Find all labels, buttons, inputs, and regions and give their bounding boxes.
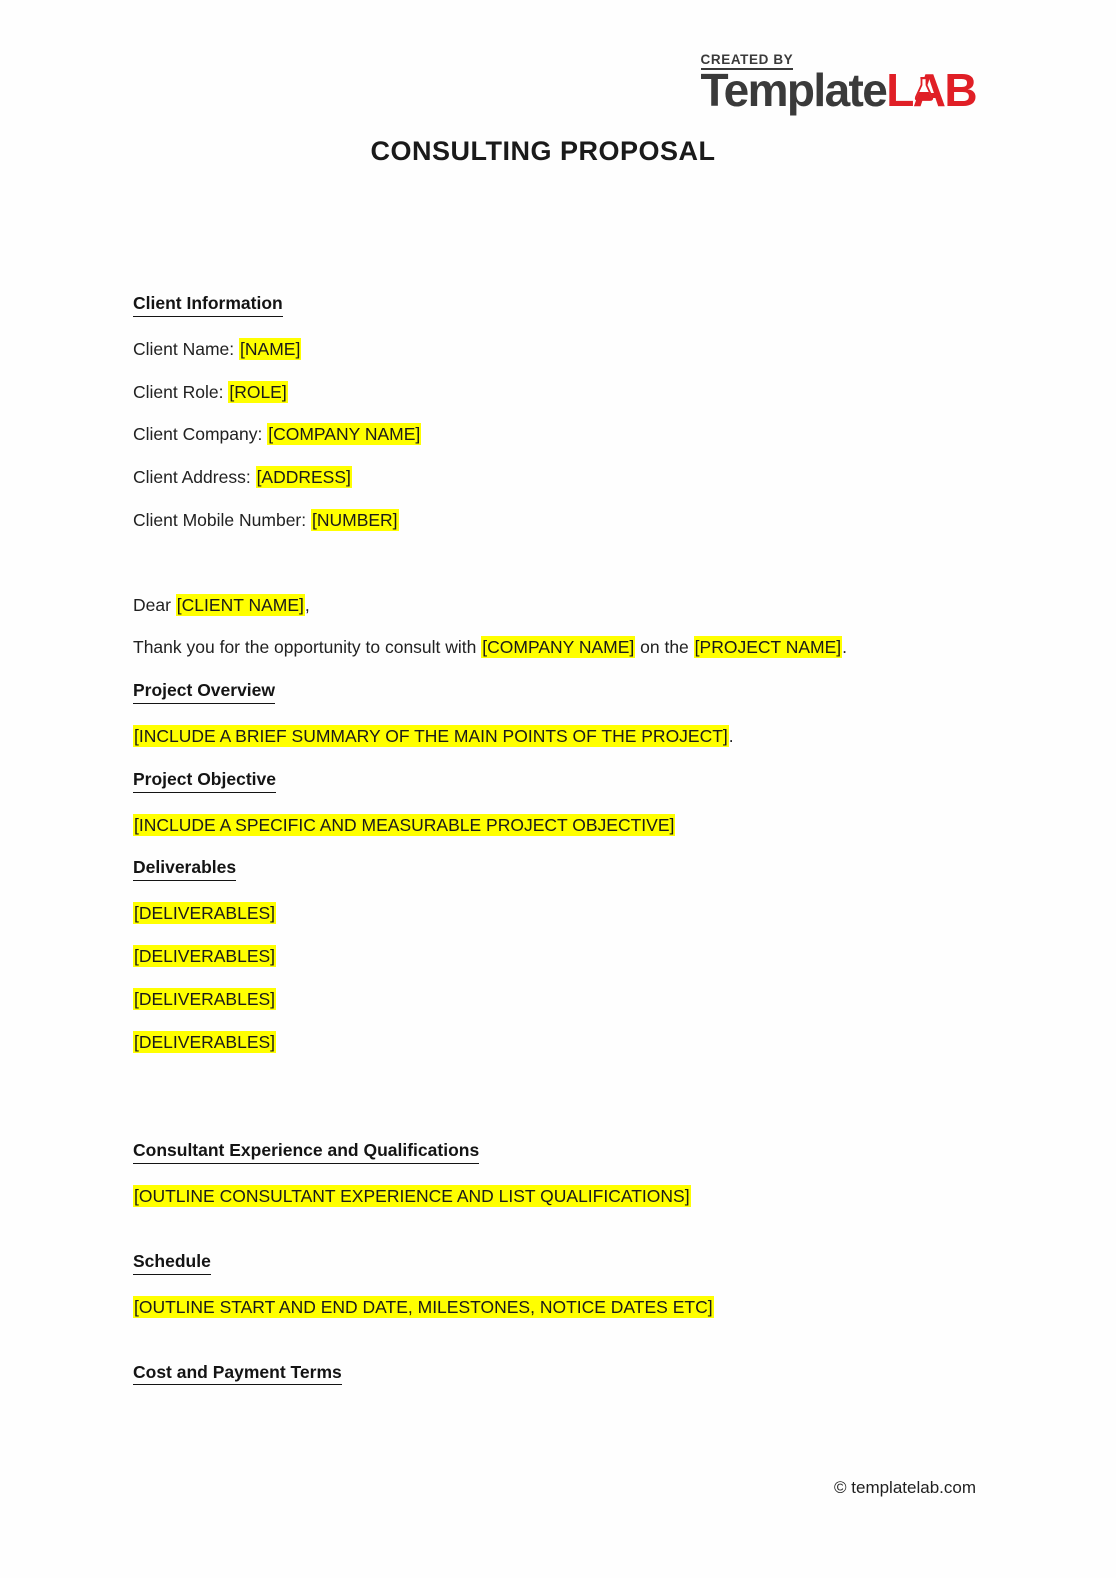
- field-value[interactable]: [ROLE]: [228, 380, 288, 403]
- intro-company-value[interactable]: [COMPANY NAME]: [481, 636, 636, 659]
- document-body: Client Information Client Name: [NAME] C…: [133, 292, 993, 1386]
- section-heading-consultant-experience: Consultant Experience and Qualifications: [133, 1139, 993, 1165]
- salutation-prefix: Dear: [133, 594, 176, 615]
- consultant-experience-body: [OUTLINE CONSULTANT EXPERIENCE AND LIST …: [133, 1185, 993, 1208]
- logo-word-lab-text: LAB: [886, 63, 977, 116]
- salutation-suffix: ,: [304, 594, 310, 615]
- salutation-value[interactable]: [CLIENT NAME]: [175, 593, 305, 616]
- field-client-name: Client Name: [NAME]: [133, 337, 993, 361]
- logo-word-lab: LAB: [886, 63, 977, 116]
- field-label: Client Name:: [133, 338, 240, 359]
- section-heading-deliverables: Deliverables: [133, 856, 993, 882]
- intro-project-value[interactable]: [PROJECT NAME]: [693, 636, 843, 659]
- project-overview-value[interactable]: [INCLUDE A BRIEF SUMMARY OF THE MAIN POI…: [133, 725, 729, 747]
- deliverable-value[interactable]: [DELIVERABLES]: [133, 987, 277, 1010]
- heading-text: Schedule: [133, 1251, 211, 1275]
- page-title: CONSULTING PROPOSAL: [0, 136, 1116, 167]
- section-heading-cost-and-payment-terms: Cost and Payment Terms: [133, 1361, 993, 1386]
- field-value[interactable]: [NAME]: [239, 337, 302, 360]
- deliverable-value[interactable]: [DELIVERABLES]: [133, 1030, 277, 1053]
- deliverable-item: [DELIVERABLES]: [133, 902, 993, 925]
- intro-part-2: on the: [635, 637, 694, 658]
- field-label: Client Company:: [133, 424, 268, 445]
- heading-text: Project Overview: [133, 680, 276, 704]
- document-page: CREATED BY TemplateLAB CONSULTING PROPOS…: [0, 0, 1116, 1578]
- intro-part-1: Thank you for the opportunity to consult…: [133, 637, 482, 658]
- deliverable-item: [DELIVERABLES]: [133, 1030, 993, 1054]
- deliverable-value[interactable]: [DELIVERABLES]: [133, 902, 277, 925]
- schedule-value[interactable]: [OUTLINE START AND END DATE, MILESTONES,…: [133, 1295, 714, 1318]
- project-objective-value[interactable]: [INCLUDE A SPECIFIC AND MEASURABLE PROJE…: [133, 813, 676, 836]
- intro-part-3: .: [842, 637, 848, 658]
- heading-text: Consultant Experience and Qualifications: [133, 1140, 480, 1165]
- page-title-text: CONSULTING PROPOSAL: [370, 136, 716, 166]
- field-value[interactable]: [ADDRESS]: [255, 466, 352, 489]
- logo-word-template: Template: [700, 63, 888, 116]
- schedule-body: [OUTLINE START AND END DATE, MILESTONES,…: [133, 1295, 993, 1319]
- salutation-line: Dear [CLIENT NAME],: [133, 593, 993, 617]
- logo-wordmark: TemplateLAB: [701, 67, 978, 113]
- field-client-company: Client Company: [COMPANY NAME]: [133, 423, 993, 446]
- project-overview-body: [INCLUDE A BRIEF SUMMARY OF THE MAIN POI…: [133, 725, 993, 748]
- heading-text: Cost and Payment Terms: [133, 1362, 342, 1386]
- deliverable-item: [DELIVERABLES]: [133, 945, 993, 968]
- footer-copyright: © templatelab.com: [834, 1478, 976, 1498]
- section-heading-schedule: Schedule: [133, 1250, 993, 1275]
- consultant-experience-value[interactable]: [OUTLINE CONSULTANT EXPERIENCE AND LIST …: [133, 1185, 691, 1208]
- section-heading-project-overview: Project Overview: [133, 679, 993, 704]
- field-client-role: Client Role: [ROLE]: [133, 380, 993, 404]
- project-objective-body: [INCLUDE A SPECIFIC AND MEASURABLE PROJE…: [133, 813, 993, 837]
- project-overview-suffix: .: [728, 726, 734, 746]
- deliverable-item: [DELIVERABLES]: [133, 987, 993, 1011]
- templatelab-logo: CREATED BY TemplateLAB: [700, 52, 978, 113]
- field-label: Client Role:: [133, 381, 229, 402]
- heading-text: Deliverables: [133, 857, 237, 882]
- field-value[interactable]: [COMPANY NAME]: [267, 423, 422, 446]
- heading-text: Project Objective: [133, 769, 276, 793]
- field-client-mobile-number: Client Mobile Number: [NUMBER]: [133, 508, 993, 532]
- field-label: Client Mobile Number:: [133, 509, 311, 530]
- section-heading-project-objective: Project Objective: [133, 768, 993, 793]
- field-client-address: Client Address: [ADDRESS]: [133, 466, 993, 489]
- footer-copyright-text: © templatelab.com: [834, 1478, 976, 1497]
- field-value[interactable]: [NUMBER]: [310, 508, 399, 531]
- heading-text: Client Information: [133, 293, 283, 317]
- intro-paragraph: Thank you for the opportunity to consult…: [133, 636, 993, 659]
- field-label: Client Address:: [133, 467, 256, 488]
- section-heading-client-information: Client Information: [133, 292, 993, 317]
- deliverable-value[interactable]: [DELIVERABLES]: [133, 945, 277, 967]
